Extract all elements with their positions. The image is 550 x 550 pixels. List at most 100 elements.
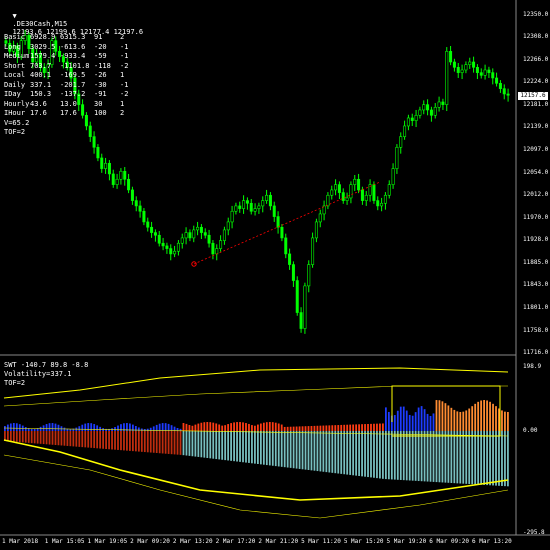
indicator-bar-lower xyxy=(42,431,45,445)
candle-body xyxy=(426,104,430,111)
candle-body xyxy=(360,189,364,201)
indicator-bar-upper xyxy=(444,403,447,431)
stats-cell-v2: 6315.3 xyxy=(60,33,86,41)
indicator-bar-lower xyxy=(349,431,352,475)
candle-body xyxy=(184,232,188,239)
indicator-bar-upper xyxy=(462,411,465,431)
candle-body xyxy=(180,237,184,244)
indicator-bar-lower xyxy=(66,431,69,446)
candle-body xyxy=(96,146,100,159)
stats-cell-v4: 2 xyxy=(120,33,125,41)
price-tick-label: 12012.0 xyxy=(523,191,549,199)
indicator-bar-lower xyxy=(441,431,444,483)
candle-body xyxy=(433,106,437,116)
indicator-bar-lower xyxy=(134,431,137,452)
candle-body xyxy=(307,264,311,287)
price-tick-label: 11928.0 xyxy=(523,235,549,243)
indicator-bar-lower xyxy=(27,431,30,443)
stats-cell-label: Long xyxy=(4,42,21,51)
indicator-bar-upper xyxy=(295,426,298,431)
indicator-bar-lower xyxy=(167,431,170,454)
indicator-bar-upper xyxy=(334,425,337,431)
indicator-bar-upper xyxy=(39,426,42,431)
indicator-bar-upper xyxy=(450,407,453,431)
indicator-bar-lower xyxy=(209,431,212,459)
candle-body xyxy=(92,136,96,148)
indicator-bar-upper xyxy=(224,425,227,431)
stats-cell-v4: -1 xyxy=(120,42,129,51)
candle-body xyxy=(142,210,146,223)
candle-body xyxy=(173,250,177,255)
indicator-bar-lower xyxy=(331,431,334,473)
indicator-bar-lower xyxy=(176,431,179,455)
indicator-bar-lower xyxy=(182,431,185,456)
candle-body xyxy=(196,226,200,231)
stats-cell-v1: 3029.5 xyxy=(30,42,56,51)
candle-body xyxy=(288,253,292,265)
indicator-bar-upper xyxy=(417,407,420,431)
candle-body xyxy=(391,168,395,185)
indicator-bar-lower xyxy=(340,431,343,474)
stats-cell-label: Medium xyxy=(4,52,30,60)
indicator-bar-upper xyxy=(307,426,310,431)
indicator-bar-lower xyxy=(307,431,310,470)
time-tick-label: 1 Mar 2018 xyxy=(2,538,39,545)
candle-body xyxy=(475,67,479,73)
indicator-bar-lower xyxy=(387,431,390,480)
indicator-bar-lower xyxy=(367,431,369,478)
indicator-bar-upper xyxy=(355,424,358,431)
indicator-bar-upper xyxy=(30,428,33,431)
indicator-bar-lower xyxy=(459,431,462,484)
indicator-bar-lower xyxy=(99,431,102,449)
indicator-bar-upper xyxy=(471,406,474,431)
indicator-bar-lower xyxy=(313,431,316,471)
indicator-bar-lower xyxy=(197,431,200,457)
indicator-bar-lower xyxy=(81,431,84,448)
candle-body xyxy=(376,200,380,207)
indicator-bar-upper xyxy=(93,424,96,431)
indicator-bar-lower xyxy=(474,431,477,485)
collapse-arrow-icon[interactable]: ▼ xyxy=(12,12,16,20)
indicator-bar-lower xyxy=(480,431,483,485)
indicator-bar-upper xyxy=(310,425,313,431)
candle-body xyxy=(299,312,303,329)
stats-row: Basic 6928.9 6315.3 91 2 xyxy=(4,33,164,42)
indicator-bar-lower xyxy=(420,431,423,482)
candle-body xyxy=(330,189,334,196)
indicator-bar-lower xyxy=(245,431,247,463)
indicator-bar-lower xyxy=(319,431,322,472)
indicator-bar-lower xyxy=(161,431,164,454)
candle-body xyxy=(165,245,169,249)
volatility-label: Volatility=337.1 xyxy=(4,370,72,378)
indicator-bar-lower xyxy=(200,431,203,458)
stats-cell-v1: 17.6 xyxy=(30,109,47,117)
candle-body xyxy=(138,205,142,212)
candle-body xyxy=(460,69,464,73)
time-tick-label: 2 Mar 21:20 xyxy=(258,538,299,545)
indicator-bar-upper xyxy=(408,414,411,431)
stats-cell-v4: 1 xyxy=(120,71,125,79)
indicator-bar-lower xyxy=(435,431,438,483)
indicator-bar-lower xyxy=(343,431,346,475)
candle-body xyxy=(150,226,154,233)
indicator-bar-upper xyxy=(441,401,444,431)
indicator-bar-upper xyxy=(137,427,140,431)
indicator-bar-lower xyxy=(63,431,66,446)
candle-body xyxy=(349,184,353,199)
candle-body xyxy=(449,51,453,63)
time-tick-label: 6 Mar 13:20 xyxy=(472,538,512,545)
indicator-bar-lower xyxy=(325,431,328,473)
candle-body xyxy=(456,67,460,73)
indicator-bar-lower xyxy=(230,431,232,461)
indicator-bar-upper xyxy=(218,424,221,431)
stats-extra-line: V=65.2 xyxy=(4,118,30,127)
indicator-bar-upper xyxy=(492,403,494,431)
candle-body xyxy=(127,178,131,191)
stats-extra-line: TOF=2 xyxy=(4,128,26,136)
indicator-bar-upper xyxy=(161,423,164,431)
indicator-bar-lower xyxy=(411,431,414,481)
candle-body xyxy=(422,104,426,111)
indicator-bar-upper xyxy=(18,424,21,431)
candle-body xyxy=(318,213,322,223)
stats-cell-v3: -20 xyxy=(94,42,107,51)
